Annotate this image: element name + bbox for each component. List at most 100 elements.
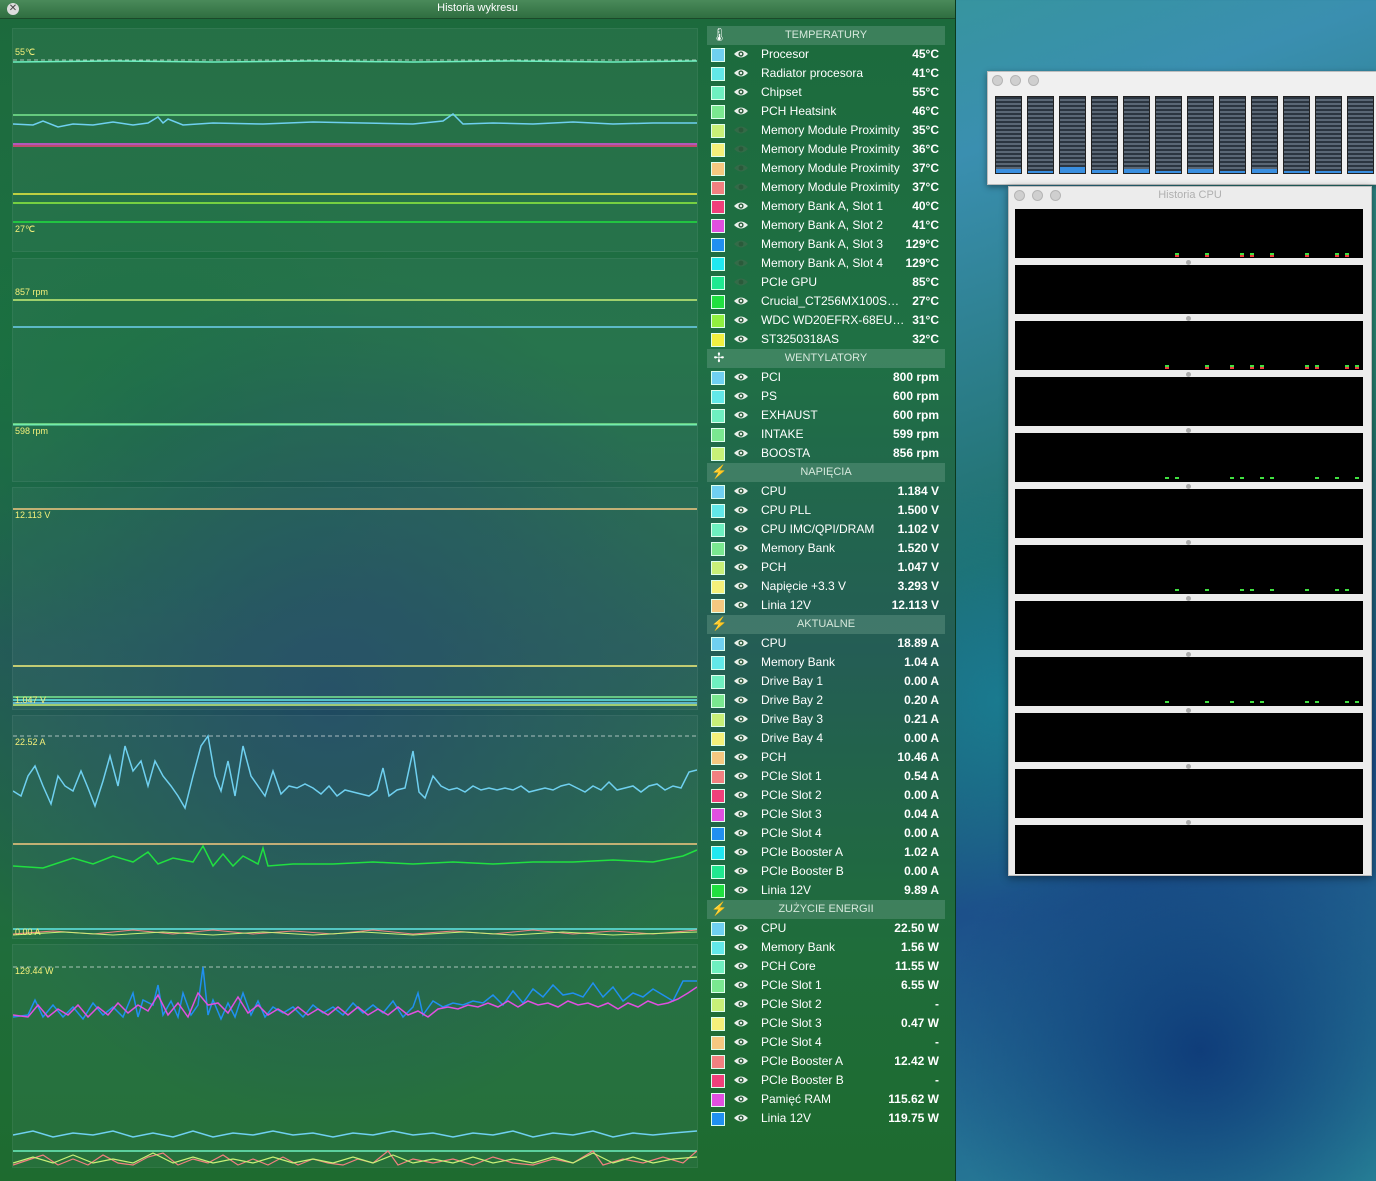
- sensor-row[interactable]: PCIe Booster B 0.00 A: [707, 862, 945, 881]
- color-swatch[interactable]: [711, 1017, 725, 1031]
- sensor-row[interactable]: Drive Bay 4 0.00 A: [707, 729, 945, 748]
- color-swatch[interactable]: [711, 67, 725, 81]
- sensor-row[interactable]: Memory Module Proximity 35°C: [707, 121, 945, 140]
- eye-icon[interactable]: [733, 86, 749, 98]
- eye-icon[interactable]: [733, 67, 749, 79]
- color-swatch[interactable]: [711, 1074, 725, 1088]
- eye-icon[interactable]: [733, 713, 749, 725]
- eye-icon[interactable]: [733, 922, 749, 934]
- sensor-row[interactable]: Linia 12V 9.89 A: [707, 881, 945, 900]
- sensor-row[interactable]: Chipset 55°C: [707, 83, 945, 102]
- color-swatch[interactable]: [711, 409, 725, 423]
- eye-icon[interactable]: [733, 561, 749, 573]
- eye-icon[interactable]: [733, 979, 749, 991]
- eye-icon[interactable]: [733, 105, 749, 117]
- eye-icon[interactable]: [733, 599, 749, 611]
- color-swatch[interactable]: [711, 219, 725, 233]
- color-swatch[interactable]: [711, 485, 725, 499]
- sensor-row[interactable]: Memory Module Proximity 37°C: [707, 178, 945, 197]
- sensor-row[interactable]: PCH 1.047 V: [707, 558, 945, 577]
- sensor-row[interactable]: Crucial_CT256MX100SSD1 27°C: [707, 292, 945, 311]
- color-swatch[interactable]: [711, 447, 725, 461]
- eye-icon[interactable]: [733, 751, 749, 763]
- color-swatch[interactable]: [711, 238, 725, 252]
- eye-icon[interactable]: [733, 998, 749, 1010]
- sensor-row[interactable]: PCIe GPU 85°C: [707, 273, 945, 292]
- sensor-row[interactable]: CPU PLL 1.500 V: [707, 501, 945, 520]
- eye-icon[interactable]: [733, 789, 749, 801]
- color-swatch[interactable]: [711, 105, 725, 119]
- sensor-row[interactable]: Linia 12V 12.113 V: [707, 596, 945, 615]
- sensor-row[interactable]: Memory Module Proximity 37°C: [707, 159, 945, 178]
- sensor-row[interactable]: Memory Bank A, Slot 3 129°C: [707, 235, 945, 254]
- color-swatch[interactable]: [711, 941, 725, 955]
- eye-icon[interactable]: [733, 238, 749, 250]
- color-swatch[interactable]: [711, 1036, 725, 1050]
- eye-icon[interactable]: [733, 1017, 749, 1029]
- eye-icon[interactable]: [733, 333, 749, 345]
- sensor-row[interactable]: Procesor 45°C: [707, 45, 945, 64]
- eye-icon[interactable]: [733, 770, 749, 782]
- sensor-row[interactable]: Pamięć RAM 115.62 W: [707, 1090, 945, 1109]
- sensor-row[interactable]: BOOSTA 856 rpm: [707, 444, 945, 463]
- color-swatch[interactable]: [711, 922, 725, 936]
- close-button[interactable]: [992, 75, 1003, 86]
- sensor-row[interactable]: CPU 1.184 V: [707, 482, 945, 501]
- sensor-row[interactable]: WDC WD20EFRX-68EUZN0 31°C: [707, 311, 945, 330]
- sensor-row[interactable]: PCH Heatsink 46°C: [707, 102, 945, 121]
- color-swatch[interactable]: [711, 390, 725, 404]
- eye-icon[interactable]: [733, 846, 749, 858]
- sensor-row[interactable]: PCIe Slot 3 0.04 A: [707, 805, 945, 824]
- color-swatch[interactable]: [711, 827, 725, 841]
- eye-icon[interactable]: [733, 580, 749, 592]
- eye-icon[interactable]: [733, 447, 749, 459]
- eye-icon[interactable]: [733, 865, 749, 877]
- color-swatch[interactable]: [711, 751, 725, 765]
- color-swatch[interactable]: [711, 257, 725, 271]
- sensor-row[interactable]: PCIe Booster B -: [707, 1071, 945, 1090]
- color-swatch[interactable]: [711, 960, 725, 974]
- color-swatch[interactable]: [711, 200, 725, 214]
- eye-icon[interactable]: [733, 124, 749, 136]
- sensor-row[interactable]: Memory Module Proximity 36°C: [707, 140, 945, 159]
- color-swatch[interactable]: [711, 580, 725, 594]
- sensor-row[interactable]: PCIe Slot 2 0.00 A: [707, 786, 945, 805]
- sensor-row[interactable]: Memory Bank A, Slot 2 41°C: [707, 216, 945, 235]
- color-swatch[interactable]: [711, 1055, 725, 1069]
- sensor-row[interactable]: PCIe Booster A 1.02 A: [707, 843, 945, 862]
- color-swatch[interactable]: [711, 846, 725, 860]
- eye-icon[interactable]: [733, 694, 749, 706]
- sensor-row[interactable]: PS 600 rpm: [707, 387, 945, 406]
- color-swatch[interactable]: [711, 884, 725, 898]
- sensor-row[interactable]: PCIe Slot 4 0.00 A: [707, 824, 945, 843]
- color-swatch[interactable]: [711, 865, 725, 879]
- color-swatch[interactable]: [711, 48, 725, 62]
- eye-icon[interactable]: [733, 219, 749, 231]
- eye-icon[interactable]: [733, 675, 749, 687]
- color-swatch[interactable]: [711, 998, 725, 1012]
- sensor-row[interactable]: PCI 800 rpm: [707, 368, 945, 387]
- sensor-row[interactable]: Drive Bay 1 0.00 A: [707, 672, 945, 691]
- sensor-row[interactable]: PCIe Booster A 12.42 W: [707, 1052, 945, 1071]
- sensor-row[interactable]: PCIe Slot 1 0.54 A: [707, 767, 945, 786]
- eye-icon[interactable]: [733, 48, 749, 60]
- color-swatch[interactable]: [711, 713, 725, 727]
- sensor-row[interactable]: INTAKE 599 rpm: [707, 425, 945, 444]
- color-swatch[interactable]: [711, 162, 725, 176]
- eye-icon[interactable]: [733, 143, 749, 155]
- zoom-button[interactable]: [1028, 75, 1039, 86]
- sensor-row[interactable]: PCIe Slot 3 0.47 W: [707, 1014, 945, 1033]
- eye-icon[interactable]: [733, 960, 749, 972]
- eye-icon[interactable]: [733, 637, 749, 649]
- eye-icon[interactable]: [733, 1112, 749, 1124]
- color-swatch[interactable]: [711, 637, 725, 651]
- color-swatch[interactable]: [711, 124, 725, 138]
- color-swatch[interactable]: [711, 542, 725, 556]
- color-swatch[interactable]: [711, 694, 725, 708]
- sensor-row[interactable]: PCH Core 11.55 W: [707, 957, 945, 976]
- sensor-row[interactable]: ST3250318AS 32°C: [707, 330, 945, 349]
- eye-icon[interactable]: [733, 409, 749, 421]
- eye-icon[interactable]: [733, 941, 749, 953]
- sensor-row[interactable]: CPU 18.89 A: [707, 634, 945, 653]
- eye-icon[interactable]: [733, 808, 749, 820]
